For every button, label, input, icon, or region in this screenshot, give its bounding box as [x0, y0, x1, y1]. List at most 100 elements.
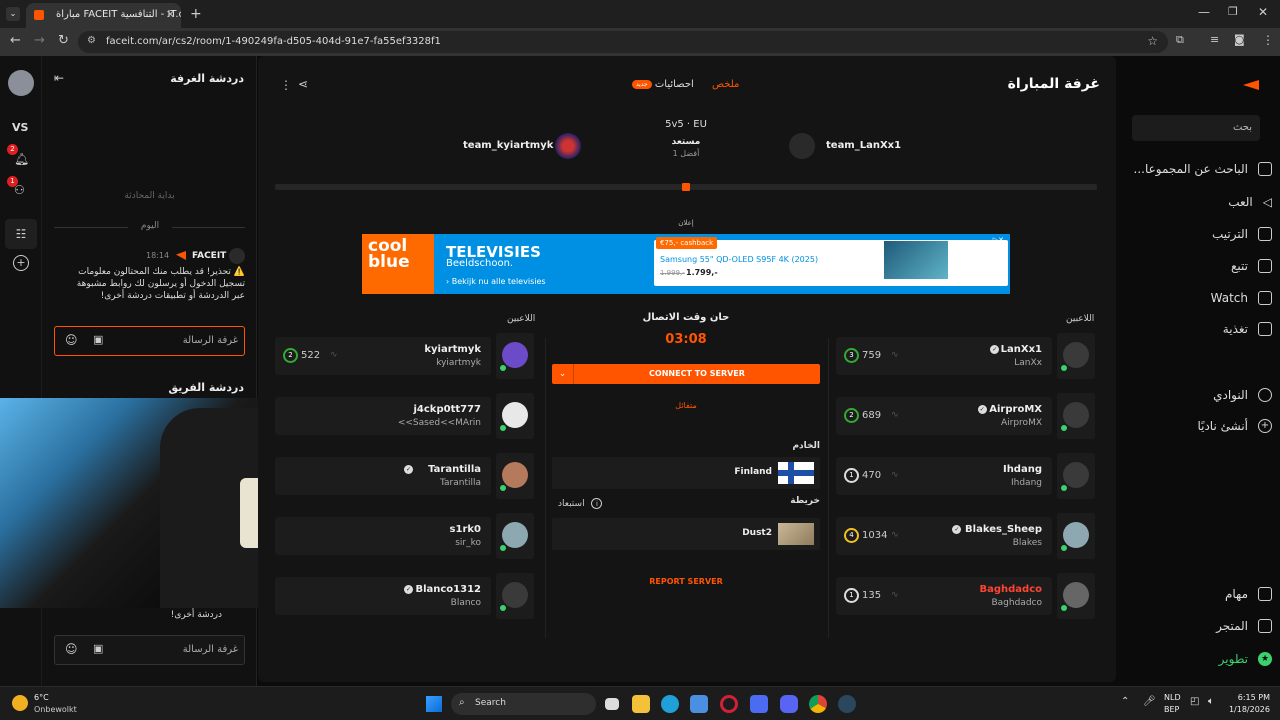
room-message-input[interactable]: ☺ ▣ غرفة الرسالة: [54, 326, 245, 356]
report-server-button[interactable]: REPORT SERVER: [624, 577, 748, 586]
extensions-icon[interactable]: ⧉: [1176, 33, 1184, 47]
start-button[interactable]: [426, 696, 442, 712]
nav-item-ranking[interactable]: الترتيب: [1212, 227, 1272, 241]
url-field[interactable]: ⚙ faceit.com/ar/cs2/room/1-490249fa-d505…: [78, 31, 1168, 53]
site-info-icon[interactable]: ⚙: [87, 35, 96, 46]
forward-icon[interactable]: →: [34, 33, 45, 48]
player-card[interactable]: Ihdang Ihdang 1 470 ∿: [836, 457, 1052, 495]
nav-item-watch[interactable]: Watch: [1211, 291, 1272, 305]
nav-item-feed[interactable]: تغذية: [1223, 322, 1272, 336]
player-card[interactable]: ✓ LanXx1 LanXx 3 759 ∿: [836, 337, 1052, 375]
team-right-avatar[interactable]: [789, 133, 815, 159]
map-selector[interactable]: Dust2: [552, 518, 820, 550]
player-avatar[interactable]: [496, 453, 534, 499]
network-icon[interactable]: ◰: [1190, 696, 1199, 707]
player-avatar[interactable]: [496, 573, 534, 619]
nav-item-party-finder[interactable]: الباحث عن المجموعا...: [1134, 162, 1272, 176]
steam-icon[interactable]: [838, 695, 856, 713]
file-explorer-icon[interactable]: [632, 695, 650, 713]
reload-icon[interactable]: ↻: [58, 33, 69, 48]
player-card[interactable]: j4ckp0tt777 <<Sased<<MArin: [275, 397, 491, 435]
player-avatar[interactable]: [1057, 513, 1095, 559]
edge-icon[interactable]: [661, 695, 679, 713]
team-left-name[interactable]: team_kyiartmyk: [463, 140, 553, 151]
keyboard-code[interactable]: BEP: [1164, 705, 1179, 714]
user-avatar[interactable]: [8, 70, 34, 96]
chrome-icon[interactable]: [809, 695, 827, 713]
player-card[interactable]: kyiartmyk kyiartmyk 2 522 ∿: [275, 337, 491, 375]
vs-icon[interactable]: VS: [12, 121, 28, 134]
nav-item-store[interactable]: المتجر: [1216, 619, 1272, 633]
tab-stats[interactable]: جديد احصائيات: [632, 79, 694, 90]
mic-icon[interactable]: 🎤︎: [1143, 696, 1156, 707]
opera-icon[interactable]: [720, 695, 738, 713]
player-avatar[interactable]: [1057, 573, 1095, 619]
minimize-button[interactable]: —: [1198, 5, 1210, 19]
more-options-icon[interactable]: ⋮: [280, 78, 292, 92]
clock-date[interactable]: 1/18/2026: [1222, 705, 1270, 714]
player-card[interactable]: ✓ Blakes_Sheep Blakes 4 1034 ∿: [836, 517, 1052, 555]
nav-item-upgrade[interactable]: ★ تطوير: [1219, 652, 1272, 666]
store-app-icon[interactable]: [690, 695, 708, 713]
profile-icon[interactable]: ◙: [1234, 33, 1245, 46]
faceit-logo[interactable]: [1243, 80, 1259, 90]
player-avatar[interactable]: [496, 393, 534, 439]
nav-item-tasks[interactable]: مهام: [1225, 587, 1272, 601]
exclude-info[interactable]: استبعاد i: [558, 498, 603, 509]
close-tab-icon[interactable]: ✕: [166, 8, 175, 21]
ad-banner[interactable]: cool blue TELEVISIES Beeldschoon. › Beki…: [362, 234, 1010, 294]
team-message-input[interactable]: ☺ ▣ غرفة الرسالة: [54, 635, 245, 665]
nav-item-track[interactable]: تتبع: [1231, 259, 1272, 273]
player-avatar[interactable]: [1057, 453, 1095, 499]
new-tab-button[interactable]: +: [190, 6, 202, 22]
notifications-bell-icon[interactable]: 🔔︎: [14, 152, 29, 166]
maximize-button[interactable]: ❐: [1228, 5, 1238, 18]
nav-item-create-club[interactable]: + أنشئ ناديًا: [1197, 419, 1272, 433]
browser-tab[interactable]: مباراة FACEIT التنافسية - IT.com ✕: [26, 3, 181, 28]
player-avatar[interactable]: [496, 333, 534, 379]
media-icon[interactable]: ≡: [1210, 33, 1219, 46]
player-card[interactable]: s1rk0 sir_ko: [275, 517, 491, 555]
nav-item-clubs[interactable]: النوادي: [1213, 388, 1272, 402]
task-view-icon[interactable]: [605, 698, 619, 710]
media-app-icon[interactable]: [750, 695, 768, 713]
show-hidden-icons[interactable]: ⌃: [1121, 696, 1129, 707]
server-selector[interactable]: Finland: [552, 457, 820, 489]
ad-info-icon[interactable]: ▷✕: [993, 236, 1004, 244]
connect-button[interactable]: ⌄ CONNECT TO SERVER: [552, 364, 820, 384]
player-avatar[interactable]: [1057, 393, 1095, 439]
discord-icon[interactable]: [780, 695, 798, 713]
add-icon[interactable]: +: [13, 255, 29, 271]
clock-time[interactable]: 6:15 PM: [1230, 693, 1270, 702]
player-card[interactable]: ✓ AirproMX AirproMX 2 689 ∿: [836, 397, 1052, 435]
taskbar-search[interactable]: ⌕ Search: [451, 693, 596, 715]
weather-temp[interactable]: 6°C: [34, 693, 49, 702]
back-icon[interactable]: ←: [10, 33, 21, 48]
language-code[interactable]: NLD: [1164, 693, 1181, 702]
emoji-icon[interactable]: ☺: [65, 333, 78, 347]
bookmark-star-icon[interactable]: ☆: [1147, 34, 1158, 48]
image-icon[interactable]: ▣: [93, 333, 103, 346]
browser-menu-icon[interactable]: ⋮: [1262, 33, 1274, 47]
party-icon[interactable]: ☷: [5, 219, 37, 249]
team-emoji-icon[interactable]: ☺: [65, 642, 78, 656]
close-window-button[interactable]: ✕: [1258, 5, 1268, 19]
player-avatar[interactable]: [1057, 333, 1095, 379]
nav-search[interactable]: بحث: [1132, 115, 1260, 141]
collapse-chat-icon[interactable]: ⇤: [54, 71, 64, 85]
player-avatar[interactable]: [496, 513, 534, 559]
team-image-icon[interactable]: ▣: [93, 642, 103, 655]
team-right-name[interactable]: team_LanXx1: [826, 140, 901, 151]
share-icon[interactable]: ⋖: [298, 77, 308, 91]
nav-item-play[interactable]: ◁ العب: [1228, 195, 1272, 209]
connect-dropdown-icon[interactable]: ⌄: [552, 364, 574, 384]
ad-link[interactable]: › Bekijk nu alle televisies: [446, 277, 546, 286]
player-card[interactable]: ✓ Tarantilla Tarantilla: [275, 457, 491, 495]
player-card[interactable]: Baghdadco Baghdadco 1 135 ∿: [836, 577, 1052, 615]
tab-summary[interactable]: ملخص: [712, 79, 739, 90]
weather-desc[interactable]: Onbewolkt: [34, 705, 77, 714]
player-card[interactable]: ✓ Blanco1312 Blanco: [275, 577, 491, 615]
volume-icon[interactable]: 🔈︎: [1208, 696, 1214, 707]
team-left-avatar[interactable]: [555, 133, 581, 159]
tab-list-button[interactable]: ⌄: [6, 7, 20, 21]
